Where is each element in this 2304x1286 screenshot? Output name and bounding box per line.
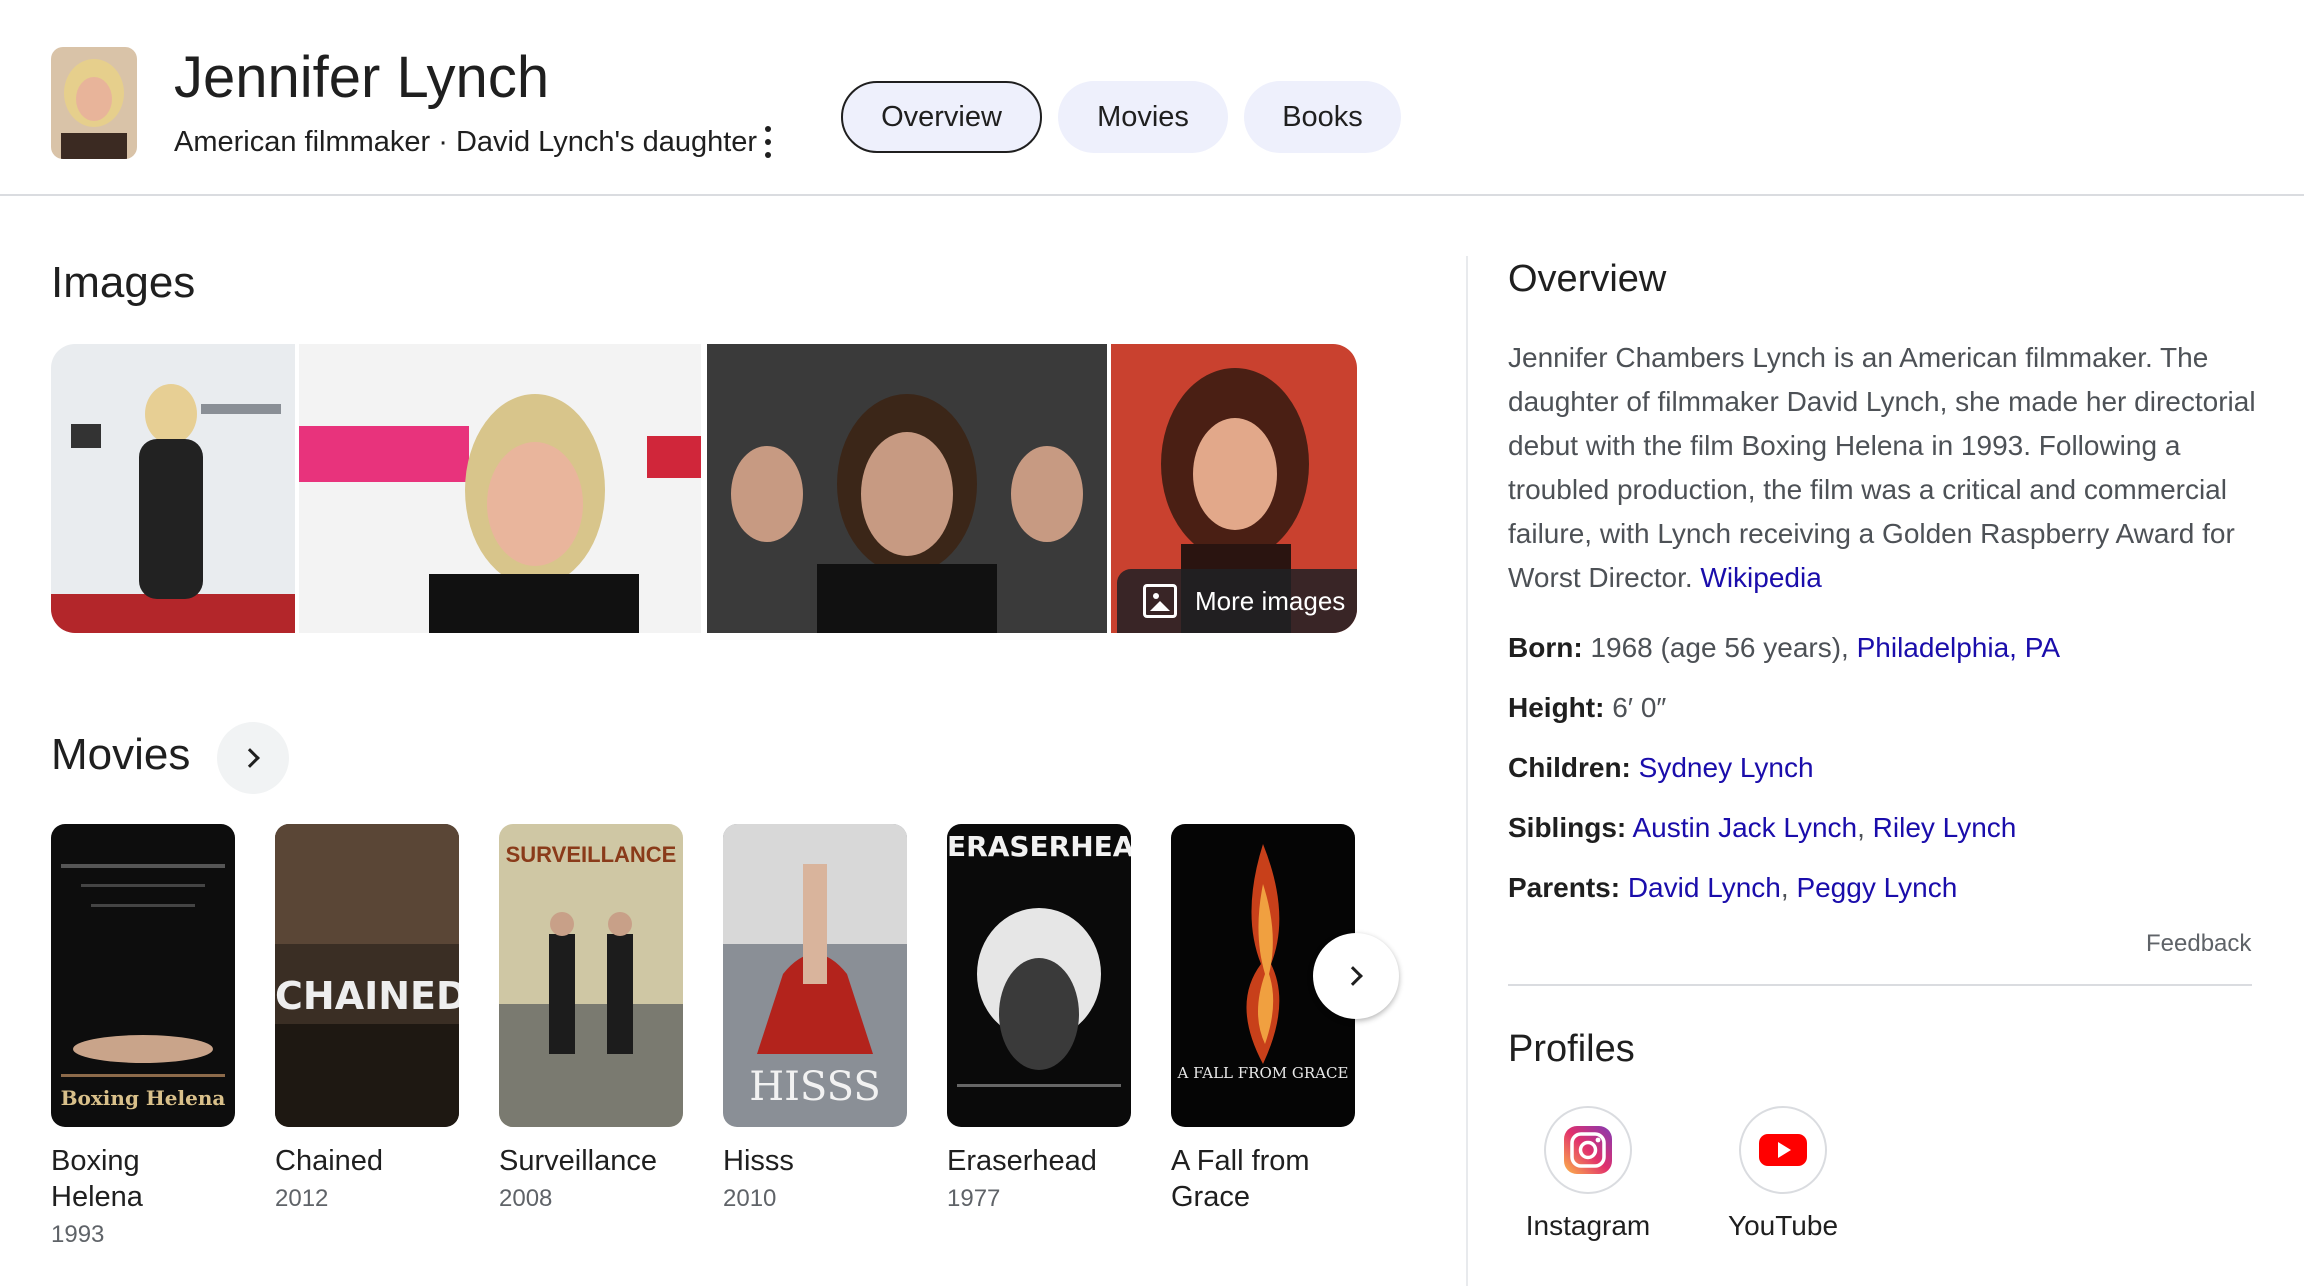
more-images-button[interactable]: More images: [1117, 569, 1357, 633]
fact-value: 1968 (age 56 years),: [1590, 632, 1849, 663]
movie-title[interactable]: Chained: [275, 1143, 459, 1179]
movie-title[interactable]: Surveillance: [499, 1143, 683, 1179]
entity-name: Jennifer Lynch: [174, 45, 550, 110]
movie-year: 2010: [723, 1185, 777, 1212]
movie-poster[interactable]: HISSS: [723, 824, 907, 1127]
profile-thumbnail[interactable]: [51, 47, 137, 159]
birthplace-link[interactable]: Philadelphia, PA: [1857, 632, 2060, 663]
movie-poster[interactable]: Boxing Helena: [51, 824, 235, 1127]
movie-card[interactable]: Boxing Helena Boxing Helena 1993: [51, 824, 235, 1249]
profile-label[interactable]: YouTube: [1728, 1210, 1838, 1242]
fact-height: Height: 6′ 0″: [1508, 692, 1666, 724]
parent-link[interactable]: Peggy Lynch: [1796, 872, 1957, 903]
tab-overview[interactable]: Overview: [841, 81, 1042, 153]
movie-card[interactable]: A FALL FROM GRACE A Fall from Grace: [1171, 824, 1355, 1221]
sibling-link[interactable]: Riley Lynch: [1873, 812, 2017, 843]
movies-section-title: Movies: [51, 730, 191, 779]
movie-year: 2012: [275, 1185, 329, 1212]
movie-year: 1993: [51, 1221, 105, 1248]
image-thumbnail[interactable]: [51, 344, 295, 633]
poster-title: CHAINED: [275, 974, 459, 1018]
parent-link[interactable]: David Lynch: [1628, 872, 1781, 903]
poster-title: ERASERHEAD: [947, 830, 1131, 863]
poster-title: HISSS: [749, 1064, 881, 1110]
movie-poster[interactable]: SURVEILLANCE: [499, 824, 683, 1127]
profile-youtube[interactable]: YouTube: [1713, 1106, 1853, 1242]
chevron-right-icon: [240, 748, 260, 768]
image-thumbnail[interactable]: [299, 344, 701, 633]
image-icon: [1143, 584, 1177, 618]
fact-children: Children: Sydney Lynch: [1508, 752, 1814, 784]
tab-movies[interactable]: Movies: [1058, 81, 1228, 153]
poster-title: A FALL FROM GRACE: [1177, 1064, 1349, 1082]
movie-year: 1977: [947, 1185, 1001, 1212]
fact-siblings: Siblings: Austin Jack Lynch, Riley Lynch: [1508, 812, 2017, 843]
fact-label: Children:: [1508, 752, 1631, 783]
fact-label: Siblings:: [1508, 812, 1627, 843]
fact-value: 6′ 0″: [1612, 692, 1667, 723]
wikipedia-link[interactable]: Wikipedia: [1700, 562, 1821, 593]
image-thumbnail[interactable]: [707, 344, 1107, 633]
profile-label[interactable]: Instagram: [1526, 1210, 1651, 1242]
fact-label: Born:: [1508, 632, 1583, 663]
more-options-icon[interactable]: [758, 122, 778, 162]
poster-title: Boxing Helena: [60, 1086, 226, 1110]
overview-description: Jennifer Chambers Lynch is an American f…: [1508, 336, 2258, 600]
knowledge-panel-header: Jennifer Lynch American filmmaker · Davi…: [0, 0, 2304, 196]
entity-subtitle: American filmmaker · David Lynch's daugh…: [174, 126, 758, 158]
fact-born: Born: 1968 (age 56 years), Philadelphia,…: [1508, 632, 2060, 664]
movie-title[interactable]: Boxing Helena: [51, 1143, 235, 1215]
movies-next-button[interactable]: [1313, 933, 1399, 1019]
tab-books[interactable]: Books: [1244, 81, 1401, 153]
youtube-icon: [1759, 1134, 1807, 1166]
movie-poster[interactable]: CHAINED: [275, 824, 459, 1127]
movie-title[interactable]: Hisss: [723, 1143, 907, 1179]
instagram-button[interactable]: [1544, 1106, 1632, 1194]
profiles-title: Profiles: [1508, 1028, 1635, 1070]
movie-card[interactable]: HISSS Hisss 2010: [723, 824, 907, 1213]
images-section-title: Images: [51, 258, 196, 307]
feedback-link[interactable]: Feedback: [2146, 930, 2251, 958]
sibling-link[interactable]: Austin Jack Lynch: [1632, 812, 1857, 843]
fact-label: Parents:: [1508, 872, 1621, 903]
movie-poster[interactable]: ERASERHEAD: [947, 824, 1131, 1127]
movie-card[interactable]: SURVEILLANCE Surveillance 2008: [499, 824, 683, 1213]
description-text: Jennifer Chambers Lynch is an American f…: [1508, 342, 2256, 593]
instagram-icon: [1564, 1126, 1612, 1174]
fact-parents: Parents: David Lynch, Peggy Lynch: [1508, 872, 1958, 903]
movie-title[interactable]: Eraserhead: [947, 1143, 1131, 1179]
movie-card[interactable]: CHAINED Chained 2012: [275, 824, 459, 1213]
section-divider: [1508, 984, 2252, 986]
movie-year: 2008: [499, 1185, 553, 1212]
movies-expand-button[interactable]: [217, 722, 289, 794]
overview-title: Overview: [1508, 258, 1667, 300]
images-strip: More images: [51, 344, 1357, 633]
chevron-right-icon: [1343, 966, 1363, 986]
more-images-label: More images: [1195, 585, 1346, 616]
poster-title: SURVEILLANCE: [505, 842, 677, 867]
movie-title[interactable]: A Fall from Grace: [1171, 1143, 1355, 1215]
column-divider: [1466, 256, 1468, 1286]
youtube-button[interactable]: [1739, 1106, 1827, 1194]
movie-card[interactable]: ERASERHEAD Eraserhead 1977: [947, 824, 1131, 1213]
child-link[interactable]: Sydney Lynch: [1639, 752, 1814, 783]
profile-instagram[interactable]: Instagram: [1518, 1106, 1658, 1242]
fact-label: Height:: [1508, 692, 1605, 723]
